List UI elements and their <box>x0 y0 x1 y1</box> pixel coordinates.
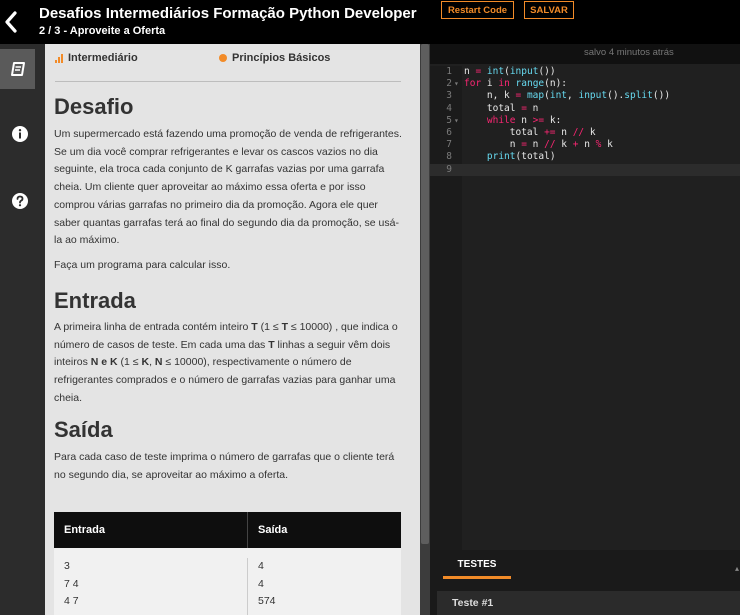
level-bars-icon <box>55 53 63 63</box>
challenge-heading: Desafio <box>54 94 134 119</box>
page-subtitle: 2 / 3 - Aproveite a Oferta <box>39 25 166 37</box>
fold-toggle-icon[interactable]: ▾ <box>454 115 459 127</box>
sample-output-line: 4 <box>258 560 264 572</box>
code-line[interactable]: 1 n = int(input()) <box>430 66 740 78</box>
sample-col-input: Entrada <box>54 512 248 548</box>
sample-table: Entrada Saída 3 7 4 4 7 4999 7 4 4 574 <box>54 512 401 615</box>
code-line[interactable]: 7 n = n // k + n % k <box>430 139 740 151</box>
sample-output-cell: 4 4 574 <box>248 558 276 615</box>
rail-item-info[interactable] <box>0 114 40 154</box>
code-text[interactable]: for i in range(n): <box>464 78 567 90</box>
line-number: 1 <box>446 66 452 77</box>
rail-item-help[interactable] <box>0 181 40 221</box>
challenge-body: Um supermercado está fazendo uma promoçã… <box>54 128 402 247</box>
fold-toggle-icon[interactable]: ▾ <box>454 78 459 90</box>
collapse-arrow-icon[interactable]: ▴ <box>735 564 740 573</box>
info-icon <box>12 126 28 142</box>
output-body: Para cada caso de teste imprima o número… <box>54 451 395 481</box>
sample-input-line: 4 7 <box>64 595 79 607</box>
challenge-task: Faça um programa para calcular isso. <box>54 259 231 271</box>
code-text[interactable]: total = n <box>464 103 539 115</box>
code-area[interactable]: 1n = int(input()) 2 ▾ for i in range(n): 3 n… <box>430 66 740 176</box>
restart-code-button[interactable]: Restart Code <box>441 1 514 19</box>
help-icon <box>12 193 28 209</box>
sample-input-line: 4999 7 <box>64 611 247 615</box>
back-button[interactable] <box>0 0 22 44</box>
code-line[interactable]: 3 n, k = map(int, input().split()) <box>430 90 740 102</box>
save-button[interactable]: SALVAR <box>524 1 574 19</box>
code-line[interactable]: 2 ▾ for i in range(n): <box>430 78 740 90</box>
line-number: 6 <box>446 126 452 138</box>
code-text[interactable]: n, k = map(int, input().split()) <box>464 90 670 102</box>
line-number: 7 <box>446 139 452 151</box>
topic-dot-icon <box>219 54 227 62</box>
test-case-item[interactable]: Teste #1 <box>437 591 740 615</box>
line-number: 5 <box>446 114 452 126</box>
code-text[interactable]: print(total) <box>464 151 556 163</box>
sample-output-line: 4 <box>258 577 264 590</box>
tab-active-indicator <box>443 576 511 579</box>
line-number: 2 <box>446 78 452 90</box>
topic-badge: Princípios Básicos <box>219 52 330 64</box>
saved-status: salvo 4 minutos atrás <box>584 47 674 58</box>
code-line[interactable]: 8 print(total) <box>430 151 740 163</box>
left-rail <box>0 44 45 615</box>
input-body: A primeira linha de entrada contém intei… <box>54 321 398 404</box>
top-bar: Desafios Intermediários Formação Python … <box>0 0 740 44</box>
rail-item-description[interactable] <box>0 49 35 89</box>
code-text[interactable]: n = int(input()) <box>464 66 556 78</box>
chevron-left-icon <box>5 11 17 33</box>
level-label: Intermediário <box>68 52 138 64</box>
line-number: 9 <box>446 163 452 175</box>
code-line[interactable]: 6 total += n // k <box>430 127 740 139</box>
description-panel: Intermediário Princípios Básicos Desafio… <box>45 44 420 615</box>
sample-input-line: 7 4 <box>64 577 79 590</box>
line-number: 4 <box>446 102 452 114</box>
book-icon <box>10 62 25 76</box>
topic-label: Princípios Básicos <box>232 52 331 64</box>
code-line[interactable]: 4 total = n <box>430 103 740 115</box>
input-heading: Entrada <box>54 288 136 313</box>
sample-input-cell: 3 7 4 4 7 4999 7 <box>54 558 248 615</box>
code-text[interactable]: n = n // k + n % k <box>464 139 613 151</box>
sample-input-line: 3 <box>64 560 70 572</box>
description-scroll-thumb[interactable] <box>421 44 429 544</box>
sample-table-header: Entrada Saída <box>54 512 401 548</box>
tab-tests[interactable]: TESTES <box>443 550 511 578</box>
level-badge: Intermediário <box>55 52 138 64</box>
line-number: 3 <box>446 90 452 102</box>
output-heading: Saída <box>54 417 113 442</box>
sample-table-body: 3 7 4 4 7 4999 7 4 4 574 <box>54 548 401 615</box>
line-number: 8 <box>446 151 452 163</box>
code-text[interactable]: while n >= k: <box>464 115 561 127</box>
code-line[interactable]: 5 ▾ while n >= k: <box>430 115 740 127</box>
code-line[interactable]: 9 <box>430 163 740 176</box>
sample-col-output: Saída <box>258 524 288 536</box>
code-text[interactable]: total += n // k <box>464 127 596 139</box>
page-title: Desafios Intermediários Formação Python … <box>39 5 417 22</box>
sample-output-line: 574 <box>258 595 276 607</box>
challenge-meta: Intermediário Princípios Básicos <box>55 52 401 82</box>
